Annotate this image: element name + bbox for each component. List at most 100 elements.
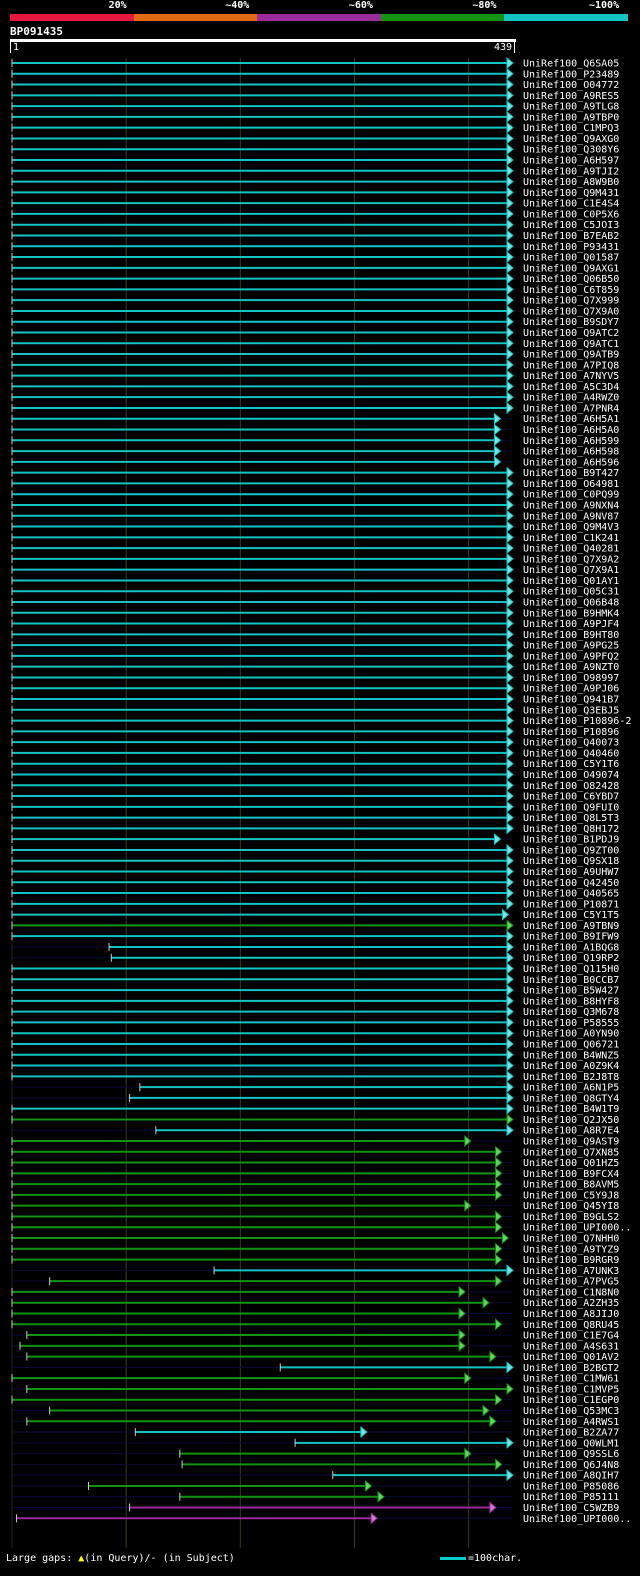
hit-label[interactable]: UniRef100_C6T859 bbox=[523, 285, 619, 296]
hit-row[interactable]: UniRef100_Q3M678 bbox=[11, 1005, 619, 1019]
hit-row[interactable]: UniRef100_A6H597 bbox=[11, 153, 619, 167]
hit-label[interactable]: UniRef100_Q19RP2 bbox=[523, 953, 619, 964]
hit-row[interactable]: UniRef100_A8QIH7 bbox=[12, 1469, 619, 1482]
hit-label[interactable]: UniRef100_Q9M4V3 bbox=[523, 522, 619, 533]
hit-label[interactable]: UniRef100_A7PIQ8 bbox=[523, 360, 619, 371]
hit-label[interactable]: UniRef100_A0YN90 bbox=[523, 1029, 619, 1040]
hit-row[interactable]: UniRef100_A9TYZ9 bbox=[11, 1242, 619, 1256]
hit-label[interactable]: UniRef100_P23489 bbox=[523, 69, 619, 80]
hit-row[interactable]: UniRef100_Q45YI8 bbox=[11, 1199, 619, 1213]
hit-row[interactable]: UniRef100_Q9ATC2 bbox=[11, 326, 619, 340]
hit-label[interactable]: UniRef100_A6H597 bbox=[523, 156, 619, 167]
hit-label[interactable]: UniRef100_A2ZH35 bbox=[523, 1298, 619, 1309]
hit-row[interactable]: UniRef100_Q7X9A2 bbox=[11, 552, 619, 566]
hit-row[interactable]: UniRef100_C1EGP0 bbox=[11, 1393, 619, 1407]
hit-row[interactable]: UniRef100_Q06B48 bbox=[11, 595, 619, 609]
hit-row[interactable]: UniRef100_A9PFQ2 bbox=[11, 649, 619, 663]
hit-label[interactable]: UniRef100_B9FCX4 bbox=[523, 1169, 619, 1180]
hit-row[interactable]: UniRef100_A9NZT0 bbox=[11, 660, 619, 674]
hit-row[interactable]: UniRef100_B8HYF8 bbox=[11, 994, 619, 1008]
hit-row[interactable]: UniRef100_A9NV87 bbox=[11, 509, 619, 523]
hit-label[interactable]: UniRef100_P85111 bbox=[523, 1492, 619, 1503]
hit-label[interactable]: UniRef100_A9TYZ9 bbox=[523, 1244, 619, 1255]
hit-label[interactable]: UniRef100_Q9ATC1 bbox=[523, 339, 619, 350]
hit-row[interactable]: UniRef100_C1MW61 bbox=[11, 1372, 619, 1385]
hit-row[interactable]: UniRef100_O04772 bbox=[11, 78, 619, 92]
hit-label[interactable]: UniRef100_A9PG25 bbox=[523, 641, 619, 652]
hit-label[interactable]: UniRef100_Q42450 bbox=[523, 878, 619, 889]
hit-label[interactable]: UniRef100_B7EAB2 bbox=[523, 231, 619, 242]
hit-label[interactable]: UniRef100_A9TJI2 bbox=[523, 166, 619, 177]
hit-label[interactable]: UniRef100_C5Y1T6 bbox=[523, 759, 619, 770]
hit-row[interactable]: UniRef100_Q3EBJ5 bbox=[11, 703, 619, 717]
hit-row[interactable]: UniRef100_B9HT80 bbox=[11, 628, 619, 641]
hit-label[interactable]: UniRef100_Q40281 bbox=[523, 544, 619, 555]
hit-label[interactable]: UniRef100_A6H5A1 bbox=[523, 414, 619, 425]
hit-label[interactable]: UniRef100_B9T427 bbox=[523, 468, 619, 479]
hit-label[interactable]: UniRef100_Q40565 bbox=[523, 889, 619, 900]
hit-label[interactable]: UniRef100_Q9ATB9 bbox=[523, 350, 619, 361]
hit-row[interactable]: UniRef100_Q9M431 bbox=[11, 186, 619, 199]
hit-row[interactable]: UniRef100_Q8L5T3 bbox=[11, 811, 619, 825]
hit-row[interactable]: UniRef100_B5W427 bbox=[11, 984, 619, 997]
hit-row[interactable]: UniRef100_P10896 bbox=[11, 725, 619, 738]
hit-label[interactable]: UniRef100_A4S631 bbox=[523, 1341, 619, 1352]
hit-label[interactable]: UniRef100_A4RWS1 bbox=[523, 1417, 619, 1428]
hit-row[interactable]: UniRef100_C0PQ99 bbox=[11, 488, 619, 501]
hit-row[interactable]: UniRef100_B0CCB7 bbox=[11, 973, 619, 986]
hit-row[interactable]: UniRef100_Q06721 bbox=[11, 1037, 619, 1051]
hit-label[interactable]: UniRef100_B1PDJ9 bbox=[523, 835, 619, 846]
hit-label[interactable]: UniRef100_P10871 bbox=[523, 899, 619, 910]
hit-label[interactable]: UniRef100_Q06B50 bbox=[523, 274, 619, 285]
hit-row[interactable]: UniRef100_Q40073 bbox=[11, 736, 619, 749]
hit-row[interactable]: UniRef100_A9TBP0 bbox=[11, 110, 619, 124]
hit-row[interactable]: UniRef100_C1MPQ3 bbox=[11, 121, 619, 134]
hit-row[interactable]: UniRef100_Q7X999 bbox=[11, 294, 619, 307]
hit-row[interactable]: UniRef100_A5C3D4 bbox=[11, 380, 619, 393]
hit-row[interactable]: UniRef100_Q01AY1 bbox=[11, 574, 619, 587]
hit-row[interactable]: UniRef100_C5WZB9 bbox=[12, 1501, 619, 1515]
hit-label[interactable]: UniRef100_Q941B7 bbox=[523, 695, 619, 706]
hit-row[interactable]: UniRef100_Q7X9A0 bbox=[11, 304, 619, 318]
hit-label[interactable]: UniRef100_A9UHW7 bbox=[523, 867, 619, 878]
hit-row[interactable]: UniRef100_B9SDY7 bbox=[11, 315, 619, 329]
hit-row[interactable]: UniRef100_O49074 bbox=[11, 768, 619, 781]
hit-row[interactable]: UniRef100_Q7X9A1 bbox=[11, 563, 619, 577]
hit-label[interactable]: UniRef100_P10896-2 bbox=[523, 716, 631, 727]
hit-label[interactable]: UniRef100_C1MPQ3 bbox=[523, 123, 619, 134]
hit-row[interactable]: UniRef100_A8W9B0 bbox=[11, 175, 619, 189]
hit-row[interactable]: UniRef100_P58555 bbox=[11, 1016, 619, 1029]
hit-row[interactable]: UniRef100_Q115H0 bbox=[11, 962, 619, 976]
hit-row[interactable]: UniRef100_Q01AV2 bbox=[12, 1350, 619, 1364]
hit-label[interactable]: UniRef100_A9TLG8 bbox=[523, 102, 619, 113]
hit-row[interactable]: UniRef100_A9PJ06 bbox=[11, 682, 619, 695]
hit-label[interactable]: UniRef100_B4WNZ5 bbox=[523, 1050, 619, 1061]
hit-row[interactable]: UniRef100_A0YN90 bbox=[11, 1027, 619, 1040]
hit-label[interactable]: UniRef100_B9GLS2 bbox=[523, 1212, 619, 1223]
hit-row[interactable]: UniRef100_B2ZA77 bbox=[12, 1425, 619, 1439]
hit-row[interactable]: UniRef100_C1E4S4 bbox=[11, 197, 619, 210]
hit-label[interactable]: UniRef100_O98997 bbox=[523, 673, 619, 684]
hit-row[interactable]: UniRef100_B9FCX4 bbox=[11, 1167, 619, 1180]
hit-label[interactable]: UniRef100_Q3EBJ5 bbox=[523, 705, 619, 716]
hit-row[interactable]: UniRef100_B4W1T9 bbox=[11, 1102, 619, 1116]
hit-label[interactable]: UniRef100_B8HYF8 bbox=[523, 996, 619, 1007]
hit-row[interactable]: UniRef100_C5Y1T6 bbox=[11, 757, 619, 771]
hit-label[interactable]: UniRef100_B2ZA77 bbox=[523, 1428, 619, 1439]
hit-row[interactable]: UniRef100_B1PDJ9 bbox=[11, 833, 619, 846]
hit-row[interactable]: UniRef100_Q6J4N8 bbox=[12, 1458, 619, 1471]
hit-row[interactable]: UniRef100_A4RWS1 bbox=[12, 1415, 619, 1428]
hit-label[interactable]: UniRef100_A4RWZ0 bbox=[523, 393, 619, 404]
hit-label[interactable]: UniRef100_Q9FUI0 bbox=[523, 802, 619, 813]
hit-label[interactable]: UniRef100_Q06721 bbox=[523, 1039, 619, 1050]
hit-row[interactable]: UniRef100_A8R7E4 bbox=[12, 1124, 619, 1137]
hit-label[interactable]: UniRef100_Q06B48 bbox=[523, 598, 619, 609]
hit-row[interactable]: UniRef100_A7PNR4 bbox=[11, 401, 619, 415]
hit-row[interactable]: UniRef100_Q40281 bbox=[11, 542, 619, 555]
hit-label[interactable]: UniRef100_A8QIH7 bbox=[523, 1471, 619, 1482]
hit-label[interactable]: UniRef100_A9TBN9 bbox=[523, 921, 619, 932]
hit-row[interactable]: UniRef100_O64981 bbox=[11, 477, 619, 490]
hit-label[interactable]: UniRef100_C0P5X6 bbox=[523, 209, 619, 220]
hit-row[interactable]: UniRef100_C5Y9J8 bbox=[11, 1188, 619, 1202]
hit-row[interactable]: UniRef100_A9UHW7 bbox=[11, 865, 619, 879]
